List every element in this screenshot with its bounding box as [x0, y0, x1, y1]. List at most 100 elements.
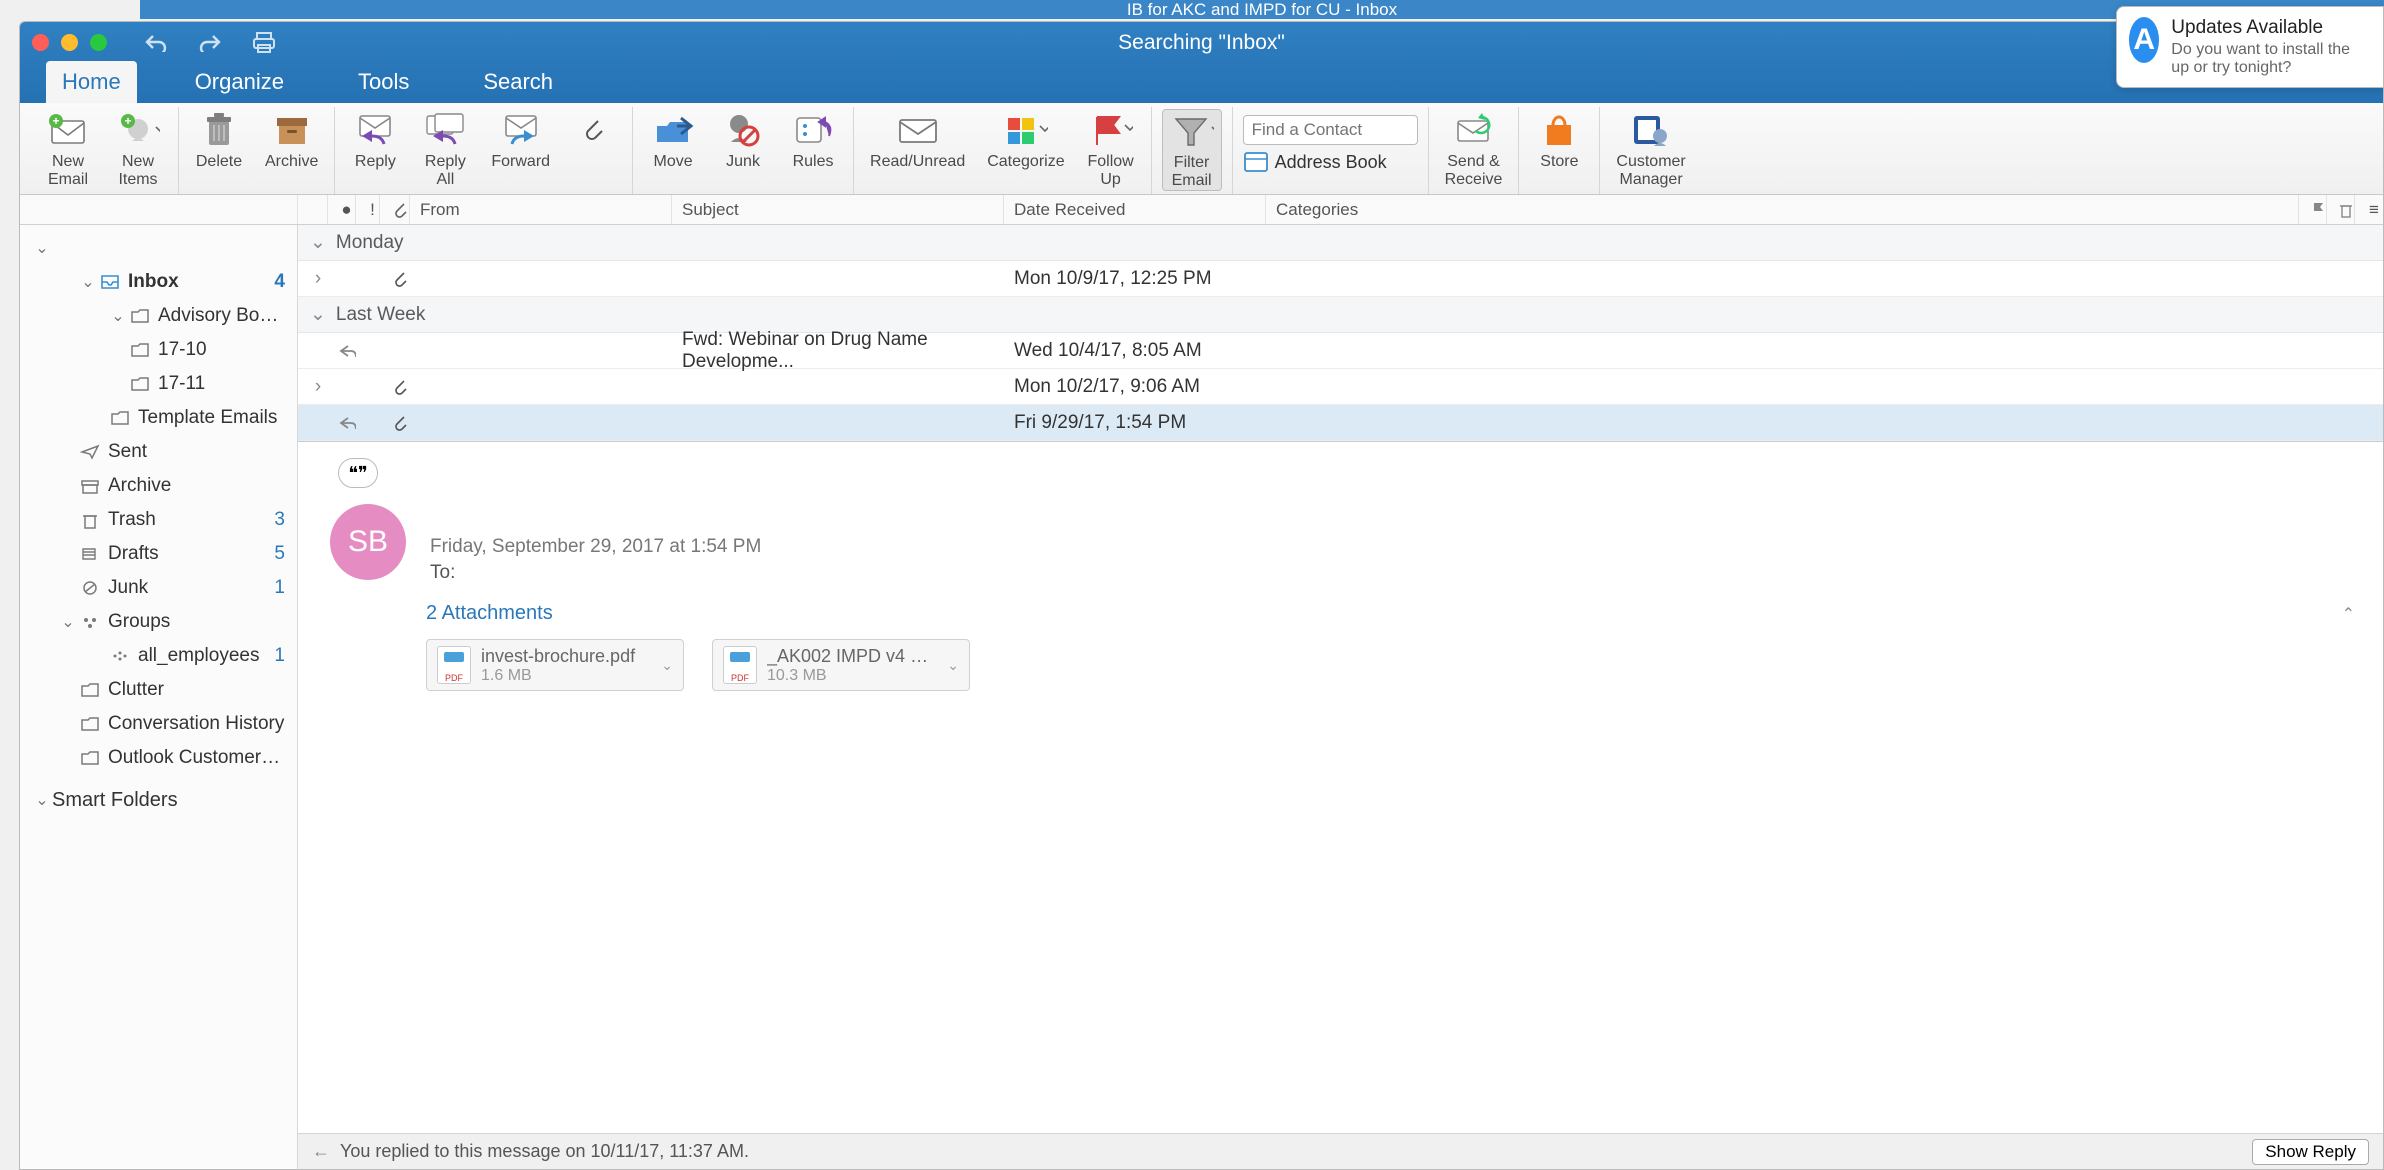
address-book-button[interactable]: Address Book	[1243, 151, 1418, 173]
categorize-label: Categorize	[987, 153, 1064, 171]
sidebar-junk[interactable]: Junk1	[20, 571, 297, 605]
col-settings[interactable]: ≡	[2355, 195, 2383, 224]
reply-banner-text: You replied to this message on 10/11/17,…	[340, 1141, 749, 1162]
junk-button[interactable]: Junk	[713, 109, 773, 171]
column-headers: ● ! From Subject Date Received Categorie…	[20, 195, 2383, 225]
filter-email-button[interactable]: Filter Email	[1162, 109, 1222, 191]
sidebar-drafts[interactable]: Drafts5	[20, 537, 297, 571]
tab-organize[interactable]: Organize	[179, 61, 300, 103]
sidebar-sent[interactable]: Sent	[20, 435, 297, 469]
tab-home[interactable]: Home	[46, 61, 137, 103]
customer-manager-button[interactable]: Customer Manager	[1610, 109, 1691, 189]
zoom-window-button[interactable]	[90, 34, 107, 51]
move-button[interactable]: Move	[643, 109, 703, 171]
sidebar-outlook-customer-manager[interactable]: Outlook Customer Ma...	[20, 741, 297, 775]
mail-row[interactable]: Fwd: Webinar on Drug Name Developme... W…	[298, 333, 2383, 369]
delete-button[interactable]: Delete	[189, 109, 249, 171]
col-status[interactable]: ●	[328, 195, 356, 224]
rules-button[interactable]: Rules	[783, 109, 843, 171]
col-date[interactable]: Date Received	[1004, 195, 1266, 224]
attachments-toggle[interactable]: 2 Attachments	[426, 602, 553, 625]
tab-search[interactable]: Search	[467, 61, 569, 103]
sidebar-advisory-boards[interactable]: ⌄Advisory Boards	[20, 299, 297, 333]
reply-button[interactable]: Reply	[345, 109, 405, 171]
close-window-button[interactable]	[32, 34, 49, 51]
read-unread-button[interactable]: Read/Unread	[864, 109, 971, 171]
sidebar-inbox[interactable]: ⌄Inbox4	[20, 265, 297, 299]
sidebar-17-10[interactable]: 17-10	[20, 333, 297, 367]
follow-up-button[interactable]: Follow Up	[1081, 109, 1141, 189]
col-thread[interactable]	[298, 195, 328, 224]
folder-sidebar: ⌄Account ⌄Inbox4 ⌄Advisory Boards 17-10 …	[20, 225, 298, 1169]
update-notification[interactable]: A Updates Available Do you want to insta…	[2116, 6, 2384, 88]
account-row[interactable]: ⌄Account	[20, 231, 297, 265]
col-categories[interactable]: Categories	[1266, 195, 2299, 224]
undo-icon[interactable]	[143, 30, 169, 56]
new-email-button[interactable]: + New Email	[38, 109, 98, 189]
store-button[interactable]: Store	[1529, 109, 1589, 171]
folder-icon	[128, 342, 152, 358]
categorize-icon	[1004, 109, 1048, 151]
forward-icon	[499, 109, 543, 151]
col-flag[interactable]	[2299, 195, 2327, 224]
find-contact-input[interactable]	[1243, 115, 1418, 145]
background-window-title: IB for AKC and IMPD for CU - Inbox	[140, 0, 2384, 19]
follow-up-label: Follow Up	[1087, 153, 1133, 189]
sidebar-clutter[interactable]: Clutter	[20, 673, 297, 707]
group-last-week[interactable]: ⌄Last Week	[298, 297, 2383, 333]
chevron-down-icon[interactable]: ⌄	[947, 657, 959, 674]
show-reply-button[interactable]: Show Reply	[2252, 1139, 2369, 1165]
read-unread-label: Read/Unread	[870, 153, 965, 171]
col-subject[interactable]: Subject	[672, 195, 1004, 224]
folder-icon	[78, 682, 102, 698]
col-importance[interactable]: !	[356, 195, 380, 224]
forward-button[interactable]: Forward	[485, 109, 556, 171]
sidebar-all-employees[interactable]: all_employees1	[20, 639, 297, 673]
mail-row[interactable]: › Mon 10/2/17, 9:06 AM	[298, 369, 2383, 405]
categorize-button[interactable]: Categorize	[981, 109, 1070, 171]
sidebar-17-11[interactable]: 17-11	[20, 367, 297, 401]
minimize-window-button[interactable]	[61, 34, 78, 51]
reply-all-button[interactable]: Reply All	[415, 109, 475, 189]
reply-all-icon	[423, 109, 467, 151]
sidebar-archive[interactable]: Archive	[20, 469, 297, 503]
archive-button[interactable]: Archive	[259, 109, 324, 171]
attachment-dropdown[interactable]	[566, 109, 622, 151]
back-arrow-icon[interactable]: ←	[312, 1141, 330, 1162]
group-monday[interactable]: ⌄Monday	[298, 225, 2383, 261]
forward-label: Forward	[491, 153, 550, 171]
mail-row-selected[interactable]: Fri 9/29/17, 1:54 PM	[298, 405, 2383, 441]
attachment-item[interactable]: PDF _AK002 IMPD v4 Fin...10.3 MB ⌄	[712, 639, 970, 691]
sent-icon	[78, 444, 102, 460]
tab-tools[interactable]: Tools	[342, 61, 425, 103]
col-delete[interactable]	[2327, 195, 2355, 224]
move-icon	[651, 109, 695, 151]
attachment-item[interactable]: PDF invest-brochure.pdf1.6 MB ⌄	[426, 639, 684, 691]
sidebar-smart-folders[interactable]: ⌄Smart Folders	[20, 783, 297, 817]
reply-info-bar: ← You replied to this message on 10/11/1…	[298, 1133, 2383, 1169]
sidebar-trash[interactable]: Trash3	[20, 503, 297, 537]
new-items-button[interactable]: + New Items	[108, 109, 168, 189]
conversation-icon[interactable]: ❝❞	[338, 458, 378, 488]
address-book-icon	[1243, 151, 1269, 173]
col-attachment[interactable]	[380, 195, 410, 224]
sidebar-groups[interactable]: ⌄Groups	[20, 605, 297, 639]
replied-icon	[328, 405, 356, 440]
print-icon[interactable]	[251, 30, 277, 56]
sidebar-template-emails[interactable]: Template Emails	[20, 401, 297, 435]
reading-pane: ❝❞ SB Friday, September 29, 2017 at 1:54…	[298, 441, 2383, 1169]
ribbon: + New Email + New Items Delete Archive R…	[20, 103, 2383, 195]
outlook-window: Searching "Inbox" Home Organize Tools Se…	[19, 21, 2384, 1170]
mail-row[interactable]: › Mon 10/9/17, 12:25 PM	[298, 261, 2383, 297]
svg-text:+: +	[52, 114, 59, 128]
sidebar-conversation-history[interactable]: Conversation History	[20, 707, 297, 741]
chevron-down-icon[interactable]: ⌄	[661, 657, 673, 674]
title-bar: Searching "Inbox"	[20, 22, 2383, 63]
svg-text:+: +	[124, 114, 131, 128]
send-receive-button[interactable]: Send & Receive	[1439, 109, 1509, 189]
redo-icon[interactable]	[197, 30, 223, 56]
funnel-icon	[1170, 110, 1214, 152]
chevron-up-icon[interactable]: ⌃	[2342, 604, 2355, 624]
col-from[interactable]: From	[410, 195, 672, 224]
store-label: Store	[1540, 153, 1578, 171]
